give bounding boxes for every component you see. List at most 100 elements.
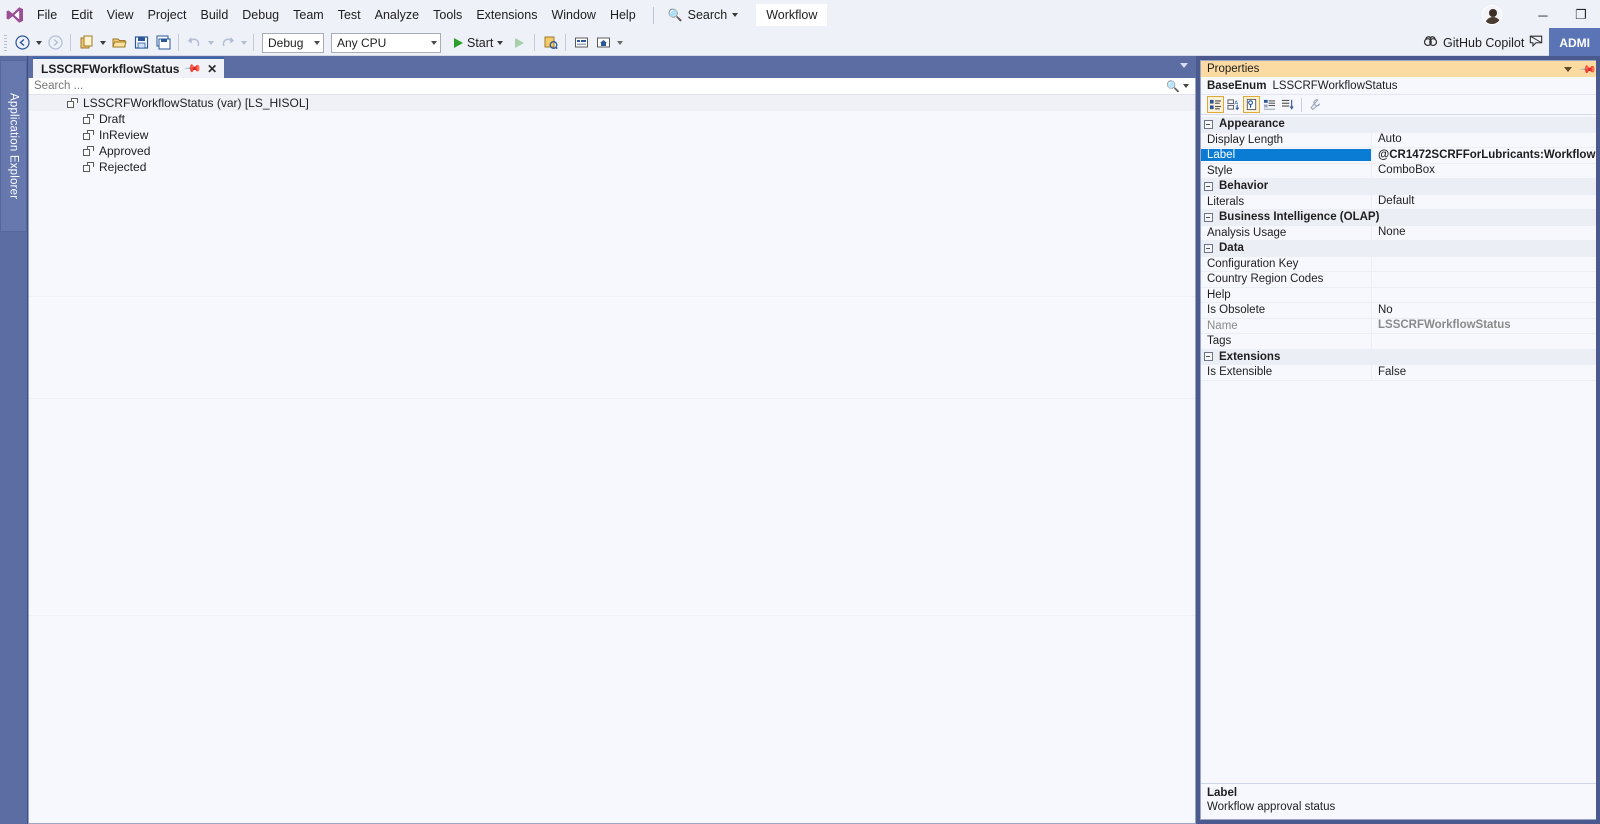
copilot-chat-icon xyxy=(1529,34,1543,51)
categorized-icon[interactable] xyxy=(1207,96,1224,113)
menu-item-build[interactable]: Build xyxy=(193,0,235,30)
messages-icon[interactable] xyxy=(1279,96,1296,113)
close-icon[interactable]: ✕ xyxy=(207,62,217,76)
quick-launch-search[interactable]: 🔍 Search xyxy=(662,0,745,30)
workflow-tag[interactable]: Workflow xyxy=(756,4,828,26)
property-pages-icon[interactable] xyxy=(1243,96,1260,113)
undo-dropdown[interactable] xyxy=(205,32,216,54)
menu-item-test[interactable]: Test xyxy=(331,0,368,30)
collapse-toggle[interactable]: − xyxy=(1201,352,1215,362)
navigate-forward-button[interactable] xyxy=(44,32,66,54)
property-row-help[interactable]: Help xyxy=(1201,287,1599,303)
alphabetical-sort-icon[interactable]: A xyxy=(1225,96,1242,113)
redo-icon[interactable] xyxy=(216,32,238,54)
property-value[interactable] xyxy=(1371,256,1599,272)
property-value[interactable] xyxy=(1371,271,1599,287)
chevron-down-icon[interactable] xyxy=(1564,66,1573,72)
open-folder-icon[interactable] xyxy=(108,32,130,54)
grid-icon[interactable] xyxy=(570,32,592,54)
tree-row-root[interactable]: LSSCRFWorkflowStatus (var) [LS_HISOL] xyxy=(29,95,1195,111)
document-tab-lsscrfworkflowstatus[interactable]: LSSCRFWorkflowStatus 📌 ✕ xyxy=(33,57,225,78)
menu-item-file[interactable]: File xyxy=(30,0,64,30)
chevron-down-icon xyxy=(431,40,437,45)
start-without-debug-button[interactable] xyxy=(508,32,530,54)
property-category-business-intelligence[interactable]: − Business Intelligence (OLAP) xyxy=(1201,210,1599,226)
menu-item-window[interactable]: Window xyxy=(544,0,602,30)
property-value[interactable]: False xyxy=(1371,364,1599,380)
tree-row-approved[interactable]: Approved xyxy=(29,143,1195,159)
pin-icon[interactable]: 📌 xyxy=(184,59,203,78)
property-value[interactable] xyxy=(1371,287,1599,303)
solution-configuration-combo[interactable]: Debug xyxy=(262,32,324,53)
property-value[interactable]: None xyxy=(1371,225,1599,241)
minimize-button[interactable]: ─ xyxy=(1524,0,1562,30)
property-category-extensions[interactable]: − Extensions xyxy=(1201,349,1599,365)
collapse-toggle[interactable]: − xyxy=(1201,212,1215,222)
property-value[interactable]: ComboBox xyxy=(1371,163,1599,179)
undo-icon[interactable] xyxy=(183,32,205,54)
tree-row-inreview[interactable]: InReview xyxy=(29,127,1195,143)
property-value[interactable]: Default xyxy=(1371,194,1599,210)
property-value[interactable]: @CR1472SCRFForLubricants:Workflow xyxy=(1371,147,1599,163)
new-project-icon[interactable] xyxy=(75,32,97,54)
magnifier-icon[interactable]: 🔍 xyxy=(1163,80,1183,93)
property-row-configuration-key[interactable]: Configuration Key xyxy=(1201,256,1599,272)
property-category-data[interactable]: − Data xyxy=(1201,241,1599,257)
designer-search-bar[interactable]: Search ... 🔍 xyxy=(29,78,1195,95)
property-row-name[interactable]: Name LSSCRFWorkflowStatus xyxy=(1201,318,1599,334)
toolbar-overflow-icon[interactable] xyxy=(614,32,625,54)
solution-configuration-value: Debug xyxy=(268,35,304,50)
menu-item-help[interactable]: Help xyxy=(603,0,643,30)
collapse-toggle[interactable]: − xyxy=(1201,181,1215,191)
menu-item-view[interactable]: View xyxy=(100,0,141,30)
pin-icon[interactable]: 📌 xyxy=(1579,60,1598,78)
save-icon[interactable] xyxy=(130,32,152,54)
new-project-dropdown[interactable] xyxy=(97,32,108,54)
chevron-down-icon[interactable] xyxy=(1183,84,1189,88)
description-text: Workflow approval status xyxy=(1207,801,1336,813)
menu-item-tools[interactable]: Tools xyxy=(426,0,469,30)
menu-item-project[interactable]: Project xyxy=(141,0,194,30)
wrench-icon[interactable] xyxy=(1307,96,1324,113)
titlebar-right-controls: ─ ❐ xyxy=(1482,0,1600,30)
maximize-button[interactable]: ❐ xyxy=(1562,0,1600,30)
tree-row-draft[interactable]: Draft xyxy=(29,111,1195,127)
collapse-toggle[interactable]: − xyxy=(1201,119,1215,129)
collapse-toggle[interactable]: − xyxy=(1201,243,1215,253)
menu-item-analyze[interactable]: Analyze xyxy=(368,0,426,30)
avatar[interactable] xyxy=(1482,5,1502,25)
model-icon[interactable] xyxy=(539,32,561,54)
property-row-style[interactable]: Style ComboBox xyxy=(1201,163,1599,179)
application-explorer-tab[interactable]: Application Explorer xyxy=(0,60,27,232)
menu-item-extensions[interactable]: Extensions xyxy=(469,0,544,30)
property-row-tags[interactable]: Tags xyxy=(1201,333,1599,350)
property-row-country-region-codes[interactable]: Country Region Codes xyxy=(1201,271,1599,288)
menu-item-debug[interactable]: Debug xyxy=(235,0,286,30)
events-icon[interactable] xyxy=(1261,96,1278,113)
property-row-analysis-usage[interactable]: Analysis Usage None xyxy=(1201,225,1599,241)
chevron-down-icon[interactable] xyxy=(1180,63,1188,68)
navigate-backward-dropdown[interactable] xyxy=(33,32,44,54)
search-input[interactable]: Search ... xyxy=(34,80,1163,92)
property-value[interactable]: Auto xyxy=(1371,132,1599,148)
menu-item-edit[interactable]: Edit xyxy=(64,0,100,30)
property-category-appearance[interactable]: − Appearance xyxy=(1201,117,1599,133)
menu-item-team[interactable]: Team xyxy=(286,0,331,30)
property-value[interactable] xyxy=(1371,333,1599,349)
toolbar-grip[interactable] xyxy=(0,30,11,56)
property-row-display-length[interactable]: Display Length Auto xyxy=(1201,132,1599,148)
property-row-literals[interactable]: Literals Default xyxy=(1201,194,1599,210)
save-all-icon[interactable] xyxy=(152,32,174,54)
tree-row-rejected[interactable]: Rejected xyxy=(29,159,1195,175)
property-row-is-obsolete[interactable]: Is Obsolete No xyxy=(1201,302,1599,319)
home-grid-icon[interactable] xyxy=(592,32,614,54)
property-row-label[interactable]: Label @CR1472SCRFForLubricants:Workflow xyxy=(1201,147,1599,164)
property-value[interactable]: No xyxy=(1371,302,1599,318)
start-debug-button[interactable]: Start xyxy=(449,32,508,54)
property-row-is-extensible[interactable]: Is Extensible False xyxy=(1201,364,1599,381)
redo-dropdown[interactable] xyxy=(238,32,249,54)
navigate-backward-button[interactable] xyxy=(11,32,33,54)
property-category-behavior[interactable]: − Behavior xyxy=(1201,179,1599,195)
solution-platform-combo[interactable]: Any CPU xyxy=(331,32,441,53)
github-copilot-button[interactable]: GitHub Copilot xyxy=(1417,34,1549,52)
